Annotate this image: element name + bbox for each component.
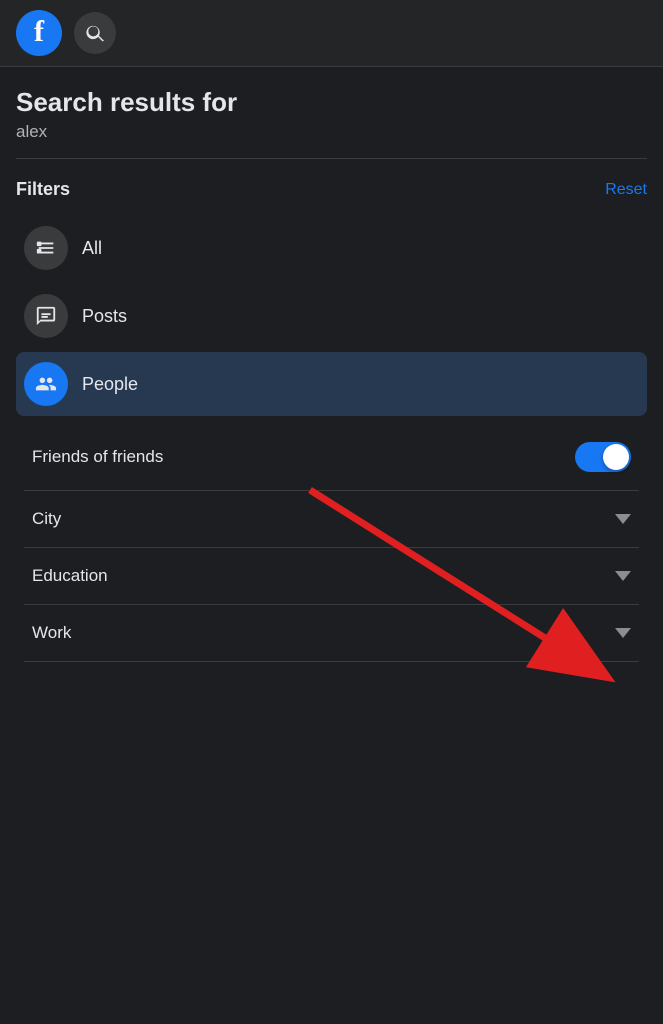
posts-icon-circle bbox=[24, 294, 68, 338]
posts-icon bbox=[35, 305, 57, 327]
filter-item-posts[interactable]: Posts bbox=[16, 284, 647, 348]
search-icon bbox=[85, 23, 105, 43]
friends-of-friends-label: Friends of friends bbox=[32, 447, 163, 467]
facebook-logo[interactable]: f bbox=[16, 10, 62, 56]
city-dropdown-arrow bbox=[615, 514, 631, 524]
filter-all-label: All bbox=[82, 238, 102, 259]
work-dropdown-arrow bbox=[615, 628, 631, 638]
filter-posts-label: Posts bbox=[82, 306, 127, 327]
header: f bbox=[0, 0, 663, 67]
page-wrapper: f Search results for alex Filters Reset bbox=[0, 0, 663, 662]
education-label: Education bbox=[32, 566, 108, 586]
education-dropdown-arrow bbox=[615, 571, 631, 581]
toggle-thumb bbox=[603, 444, 629, 470]
friends-of-friends-toggle[interactable] bbox=[575, 442, 631, 472]
all-icon-circle bbox=[24, 226, 68, 270]
sub-filter-friends-of-friends[interactable]: Friends of friends bbox=[24, 424, 639, 491]
main-content: Search results for alex Filters Reset Al… bbox=[0, 67, 663, 662]
filters-header: Filters Reset bbox=[16, 179, 647, 200]
filter-people-label: People bbox=[82, 374, 138, 395]
reset-button[interactable]: Reset bbox=[605, 181, 647, 199]
sub-filter-work[interactable]: Work bbox=[24, 605, 639, 662]
search-results-title: Search results for bbox=[16, 87, 647, 118]
filters-label: Filters bbox=[16, 179, 70, 200]
sub-filter-city[interactable]: City bbox=[24, 491, 639, 548]
work-label: Work bbox=[32, 623, 71, 643]
people-icon bbox=[35, 373, 57, 395]
search-query: alex bbox=[16, 122, 647, 142]
sub-filter-education[interactable]: Education bbox=[24, 548, 639, 605]
filter-item-people[interactable]: People bbox=[16, 352, 647, 416]
divider bbox=[16, 158, 647, 159]
search-button[interactable] bbox=[74, 12, 116, 54]
toggle-track bbox=[575, 442, 631, 472]
people-icon-circle bbox=[24, 362, 68, 406]
filter-item-all[interactable]: All bbox=[16, 216, 647, 280]
sub-filters: Friends of friends City Education Work bbox=[16, 424, 647, 662]
all-icon bbox=[35, 237, 57, 259]
fb-letter: f bbox=[34, 17, 44, 47]
city-label: City bbox=[32, 509, 61, 529]
